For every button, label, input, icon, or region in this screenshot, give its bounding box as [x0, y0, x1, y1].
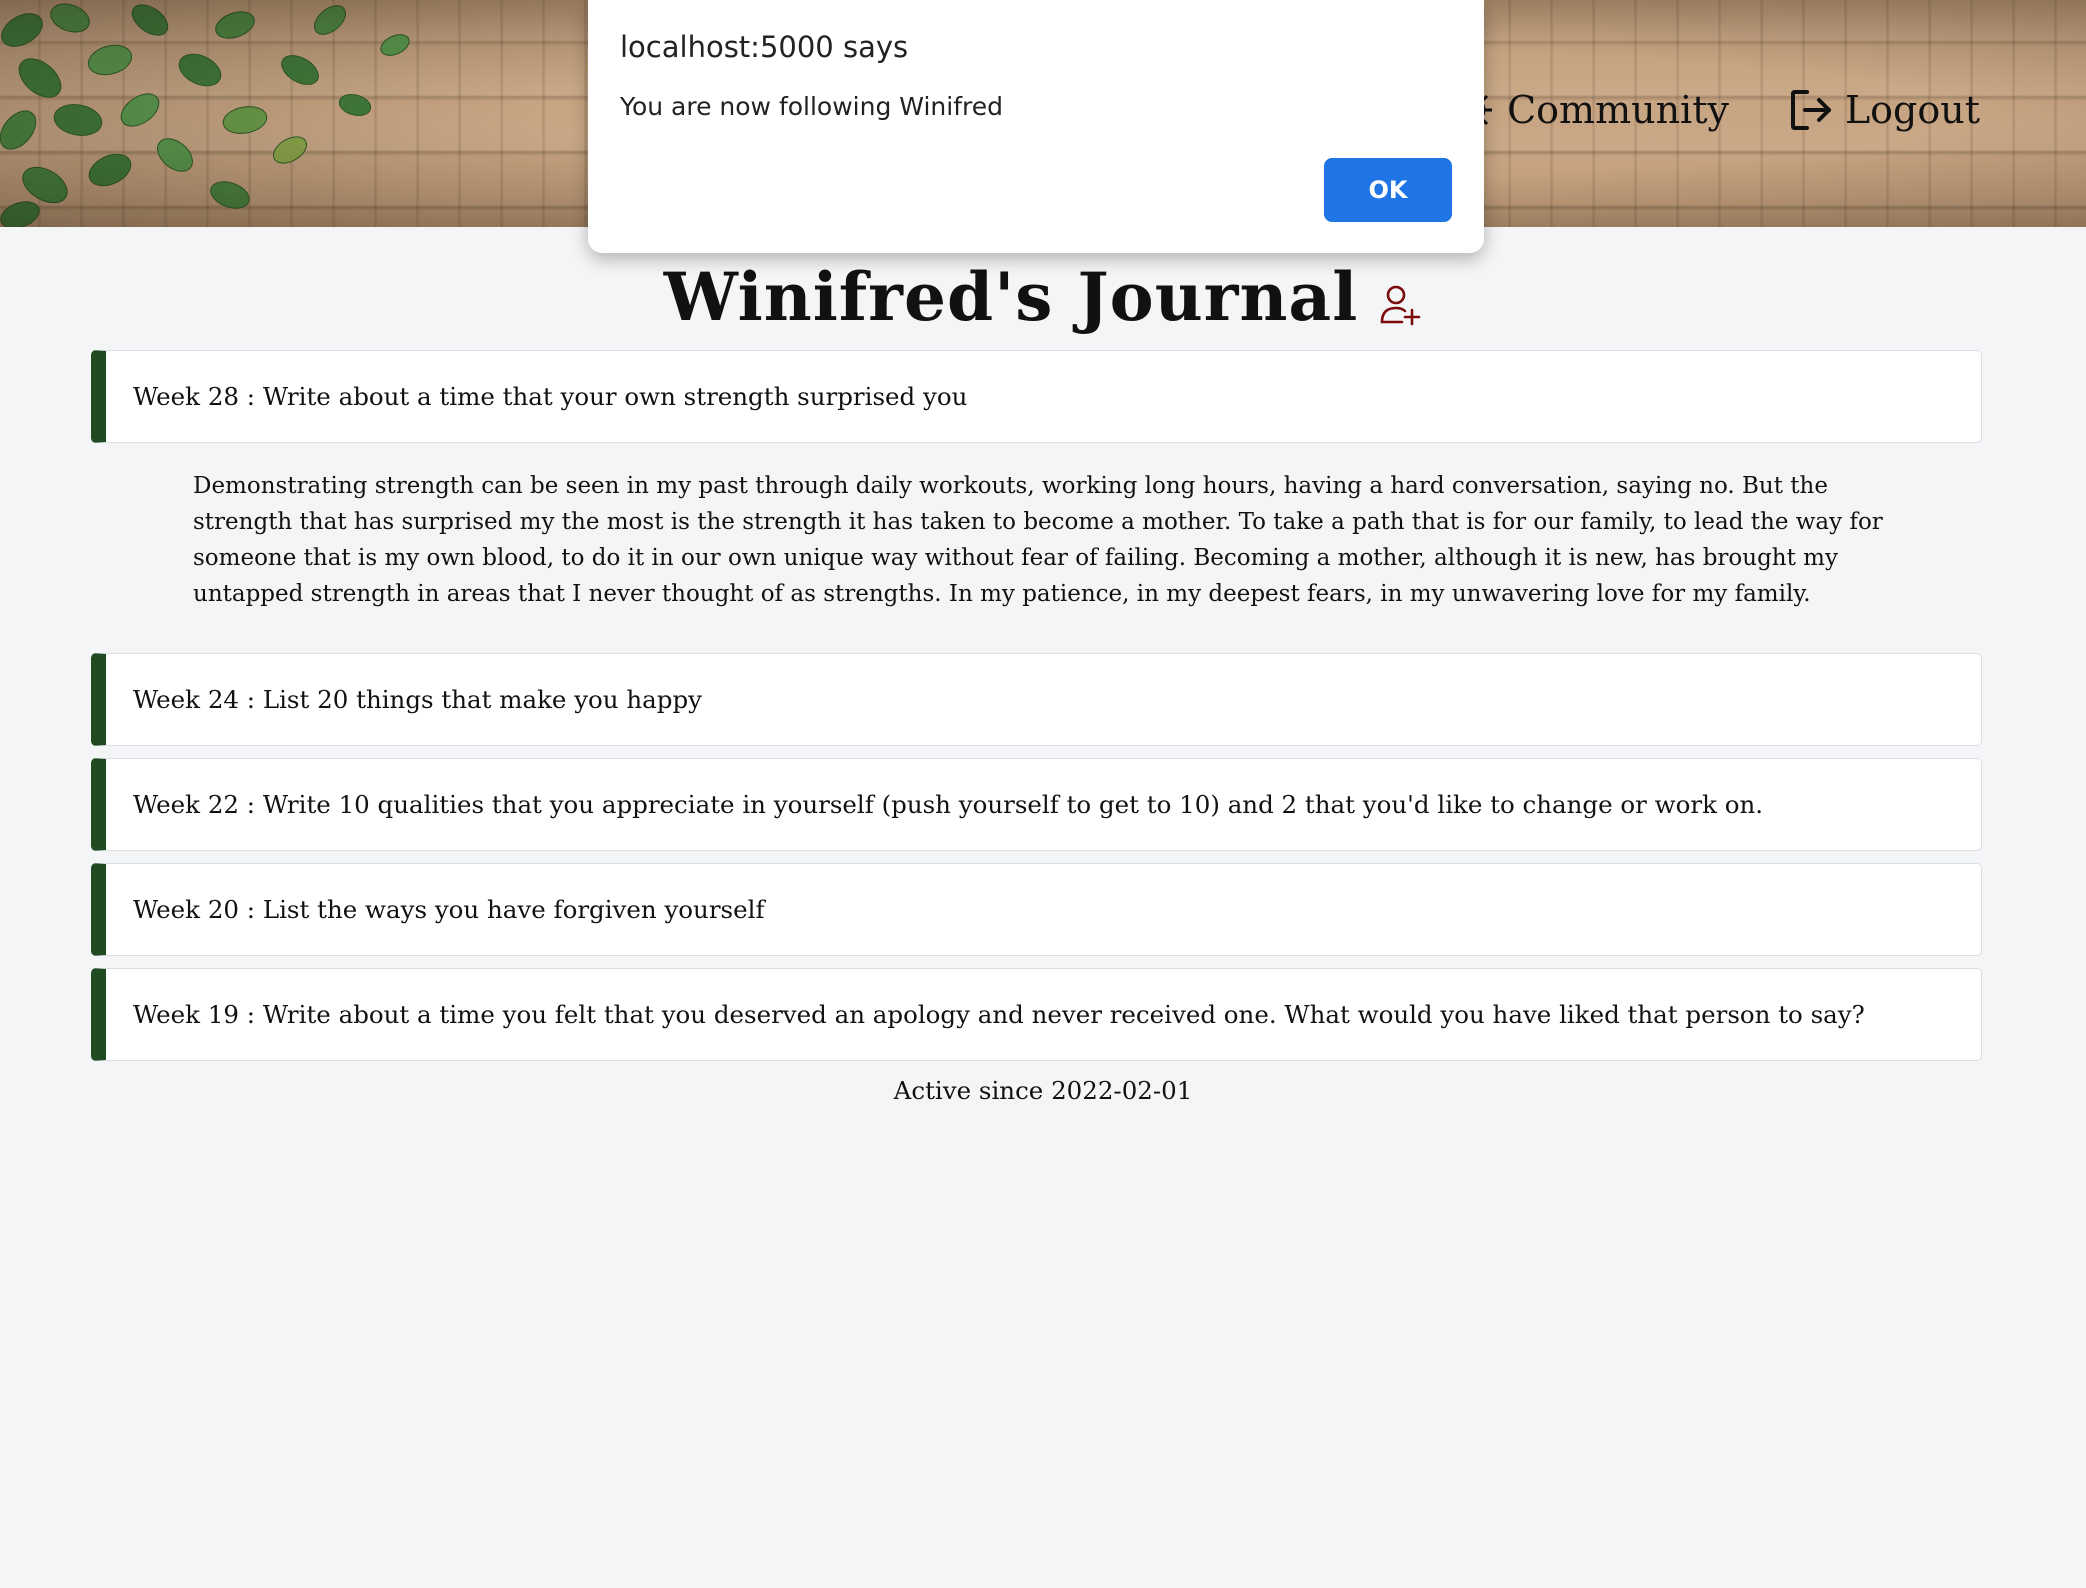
entry-label: Week 19 : Write about a time you felt th…: [133, 1000, 1865, 1029]
entry-label: Week 20 : List the ways you have forgive…: [133, 895, 765, 924]
entry-week-19[interactable]: Week 19 : Write about a time you felt th…: [91, 968, 1982, 1061]
journal-entries-collapsed: Week 24 : List 20 things that make you h…: [91, 653, 1982, 1061]
nav-logout[interactable]: Logout: [1789, 88, 1980, 132]
entry-week-20[interactable]: Week 20 : List the ways you have forgive…: [91, 863, 1982, 956]
page-title: Winifred's Journal: [663, 258, 1359, 336]
ok-button[interactable]: OK: [1324, 158, 1452, 222]
alert-dialog: localhost:5000 says You are now followin…: [588, 0, 1484, 253]
user-plus-icon[interactable]: [1378, 282, 1422, 326]
entry-week-28[interactable]: Week 28 : Write about a time that your o…: [91, 350, 1982, 443]
entry-body-text: Demonstrating strength can be seen in my…: [193, 473, 1883, 607]
logout-icon: [1790, 90, 1831, 130]
entry-label: Week 22 : Write 10 qualities that you ap…: [133, 790, 1764, 819]
active-since: Active since 2022-02-01: [893, 1076, 1193, 1105]
main-nav: Community Logout: [1451, 84, 1980, 136]
dialog-message: You are now following Winifred: [620, 92, 1003, 121]
entry-week-22[interactable]: Week 22 : Write 10 qualities that you ap…: [91, 758, 1982, 851]
nav-community[interactable]: Community: [1451, 84, 1729, 136]
page-title-row: Winifred's Journal: [0, 258, 2086, 336]
entry-label: Week 28 : Write about a time that your o…: [133, 382, 968, 411]
journal-entries: Week 28 : Write about a time that your o…: [91, 350, 1982, 653]
entry-week-24[interactable]: Week 24 : List 20 things that make you h…: [91, 653, 1982, 746]
entry-week-28-body: Demonstrating strength can be seen in my…: [91, 443, 1982, 653]
dialog-title: localhost:5000 says: [620, 30, 909, 64]
nav-logout-label: Logout: [1844, 88, 1980, 132]
entry-label: Week 24 : List 20 things that make you h…: [133, 685, 702, 714]
nav-community-label: Community: [1507, 88, 1729, 132]
